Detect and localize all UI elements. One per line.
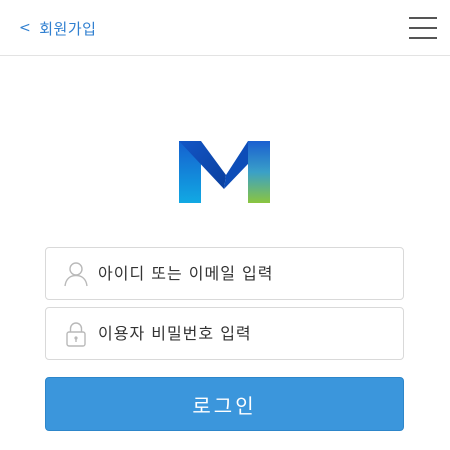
signup-label: 회원가입 xyxy=(39,19,97,38)
menu-bar-bottom xyxy=(409,37,437,39)
menu-button[interactable] xyxy=(409,17,437,39)
user-icon xyxy=(64,262,88,287)
chevron-left-icon: < xyxy=(19,20,32,36)
menu-bar-top xyxy=(409,17,437,19)
password-placeholder: 이용자 비밀번호 입력 xyxy=(98,324,252,343)
lock-icon xyxy=(66,322,86,347)
back-signup-link[interactable]: < 회원가입 xyxy=(19,17,96,39)
id-placeholder: 아이디 또는 이메일 입력 xyxy=(98,264,274,283)
menu-bar-middle xyxy=(409,27,437,29)
password-input[interactable]: 이용자 비밀번호 입력 xyxy=(45,307,404,360)
brand-logo xyxy=(179,141,270,203)
top-bar: < 회원가입 xyxy=(0,0,450,56)
login-button[interactable]: 로그인 xyxy=(45,377,404,431)
id-input[interactable]: 아이디 또는 이메일 입력 xyxy=(45,247,404,300)
